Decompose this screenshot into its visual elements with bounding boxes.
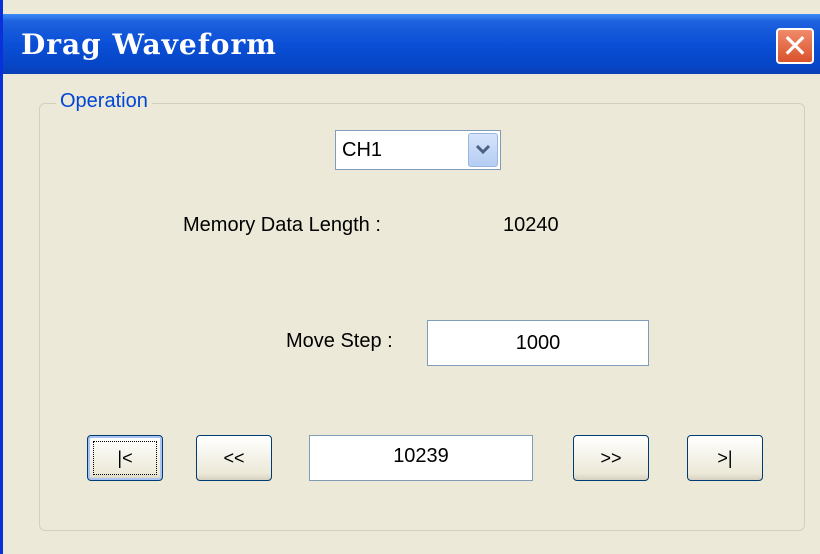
title-bar[interactable]: Drag Waveform ✕: [3, 14, 820, 74]
operation-group-label: Operation: [56, 90, 152, 113]
channel-select[interactable]: CH1: [335, 130, 501, 170]
move-step-input[interactable]: 1000: [427, 320, 649, 366]
last-button[interactable]: >|: [687, 435, 763, 481]
last-button-label: >|: [717, 448, 733, 468]
next-button-label: >>: [600, 448, 622, 468]
dropdown-arrow-button[interactable]: [468, 133, 498, 167]
chevron-down-icon: [475, 144, 491, 155]
position-field[interactable]: 10239: [309, 435, 533, 481]
close-icon: ✕: [781, 27, 809, 65]
move-step-label: Move Step :: [286, 330, 393, 352]
window-title: Drag Waveform: [21, 28, 277, 61]
memory-data-length-value: 10240: [503, 214, 559, 236]
drag-waveform-dialog: Drag Waveform ✕ Operation CH1 Memory Dat…: [0, 0, 820, 554]
first-button-label: |<: [117, 448, 133, 468]
channel-select-value: CH1: [342, 139, 383, 161]
memory-data-length-label: Memory Data Length :: [183, 214, 381, 236]
previous-button-label: <<: [223, 448, 245, 468]
first-button[interactable]: |<: [87, 435, 163, 481]
next-button[interactable]: >>: [573, 435, 649, 481]
previous-button[interactable]: <<: [196, 435, 272, 481]
close-button[interactable]: ✕: [776, 28, 814, 64]
